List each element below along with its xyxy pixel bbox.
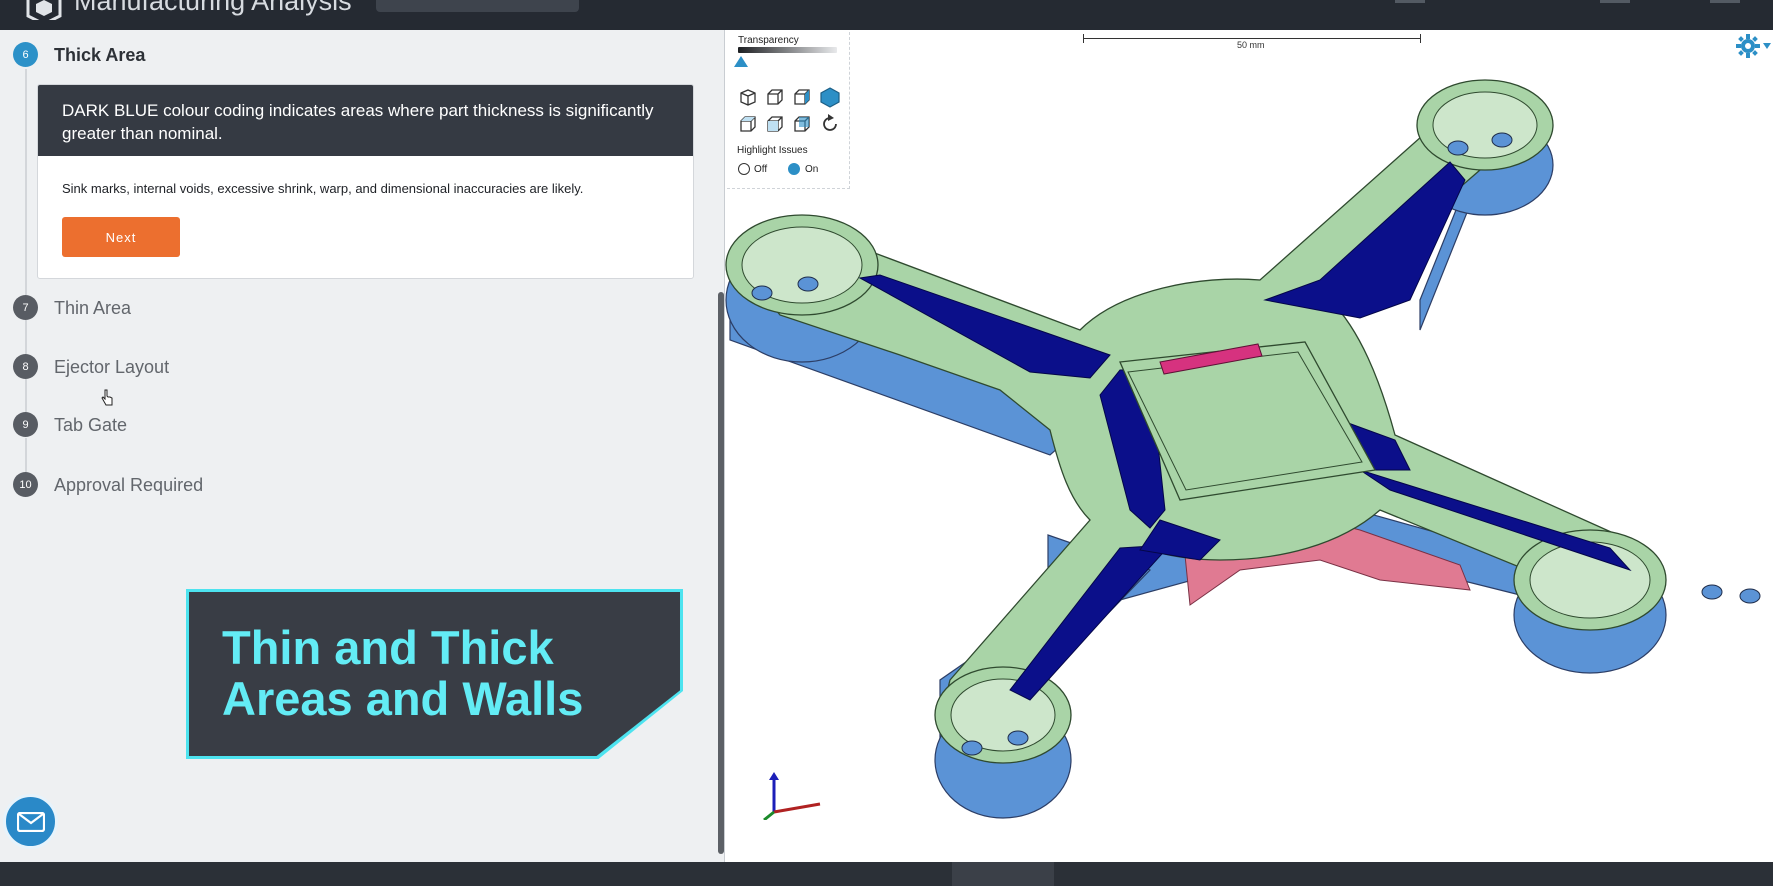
step-tab-gate[interactable]: Tab Gate <box>54 415 127 436</box>
front-view-icon[interactable] <box>764 86 786 108</box>
step-number-badge: 7 <box>13 295 38 320</box>
scale-tick <box>1083 34 1084 43</box>
card-heading: DARK BLUE colour coding indicates areas … <box>62 101 654 143</box>
transparency-label: Transparency <box>738 35 799 46</box>
right-view-icon[interactable] <box>791 86 813 108</box>
transparency-slider-thumb[interactable] <box>734 56 748 67</box>
card-body: Sink marks, internal voids, excessive sh… <box>62 181 584 196</box>
left-view-icon[interactable] <box>764 113 786 135</box>
step-thin-area[interactable]: Thin Area <box>54 298 131 319</box>
cube-logo-icon[interactable] <box>26 0 62 20</box>
drone-frame-model[interactable] <box>725 30 1773 862</box>
scale-label: 50 mm <box>1237 40 1265 50</box>
contact-mail-button[interactable] <box>3 794 58 849</box>
header-link[interactable] <box>1395 0 1425 3</box>
step-number-badge: 8 <box>13 354 38 379</box>
axis-triad-icon <box>763 772 821 820</box>
next-button[interactable]: Next <box>62 217 180 257</box>
gear-icon[interactable] <box>1736 34 1772 58</box>
highlight-issues-label: Highlight Issues <box>737 145 808 156</box>
step-ejector-layout[interactable]: Ejector Layout <box>54 357 169 378</box>
hand-cursor-icon <box>101 389 113 406</box>
scale-tick <box>1420 34 1421 43</box>
iso-view-icon[interactable] <box>737 86 759 108</box>
step-number-badge: 6 <box>13 42 38 67</box>
reset-rotation-icon[interactable] <box>819 113 841 135</box>
viewer-toolbar: Transparency Highlight Issues Off On <box>727 32 850 189</box>
card-header: DARK BLUE colour coding indicates areas … <box>38 85 693 156</box>
step-approval-required[interactable]: Approval Required <box>54 475 203 496</box>
step-thick-area[interactable]: Thick Area <box>54 45 145 66</box>
app-title: Manufacturing Analysis <box>74 0 352 16</box>
app-header: Manufacturing Analysis <box>0 0 1773 30</box>
highlight-on-radio[interactable] <box>788 163 800 175</box>
highlight-off-label: Off <box>754 164 768 175</box>
mail-icon <box>16 811 45 832</box>
step-number-badge: 9 <box>13 412 38 437</box>
highlight-on-label: On <box>805 164 819 175</box>
video-caption: Thin and Thick Areas and Walls <box>189 592 680 756</box>
caption-title: Thin and Thick Areas and Walls <box>222 621 584 725</box>
taskbar-tab[interactable] <box>952 862 1054 886</box>
header-link[interactable] <box>1600 0 1630 3</box>
header-link[interactable] <box>1710 0 1740 3</box>
highlight-off-radio[interactable] <box>738 163 750 175</box>
scale-bar <box>1083 38 1420 39</box>
model-viewer[interactable] <box>725 30 1773 862</box>
solid-view-icon[interactable] <box>819 86 841 108</box>
header-search-pill[interactable] <box>376 0 579 12</box>
taskbar <box>0 862 1773 886</box>
back-view-icon[interactable] <box>791 113 813 135</box>
top-view-icon[interactable] <box>737 113 759 135</box>
transparency-slider[interactable] <box>738 47 837 53</box>
step-connector <box>25 69 27 295</box>
step-number-badge: 10 <box>13 472 38 497</box>
step-info-card: DARK BLUE colour coding indicates areas … <box>37 84 694 279</box>
